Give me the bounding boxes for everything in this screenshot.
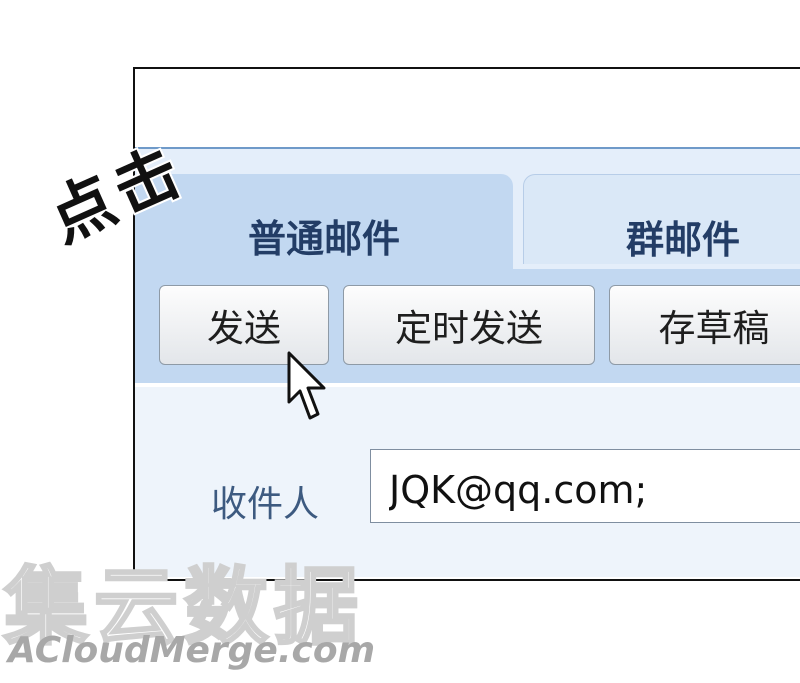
window-header-area [135,69,800,149]
cursor-arrow-icon [287,351,326,420]
tab-normal-mail-label: 普通邮件 [247,217,400,261]
timed-send-button[interactable]: 定时发送 [343,285,595,365]
watermark-english: ACloudMerge.com [8,630,376,671]
save-draft-button[interactable]: 存草稿 [609,285,800,365]
tab-group-mail-label: 群邮件 [625,218,740,262]
recipient-label: 收件人 [211,484,320,525]
tab-group-mail[interactable]: 群邮件 [523,174,800,264]
mail-type-tabbar: 普通邮件 群邮件 [135,149,800,269]
compose-toolbar: 发送 定时发送 存草稿 [135,269,800,383]
mail-compose-window: 普通邮件 群邮件 发送 定时发送 存草稿 收件人 [133,67,800,581]
recipient-input[interactable] [370,449,800,523]
